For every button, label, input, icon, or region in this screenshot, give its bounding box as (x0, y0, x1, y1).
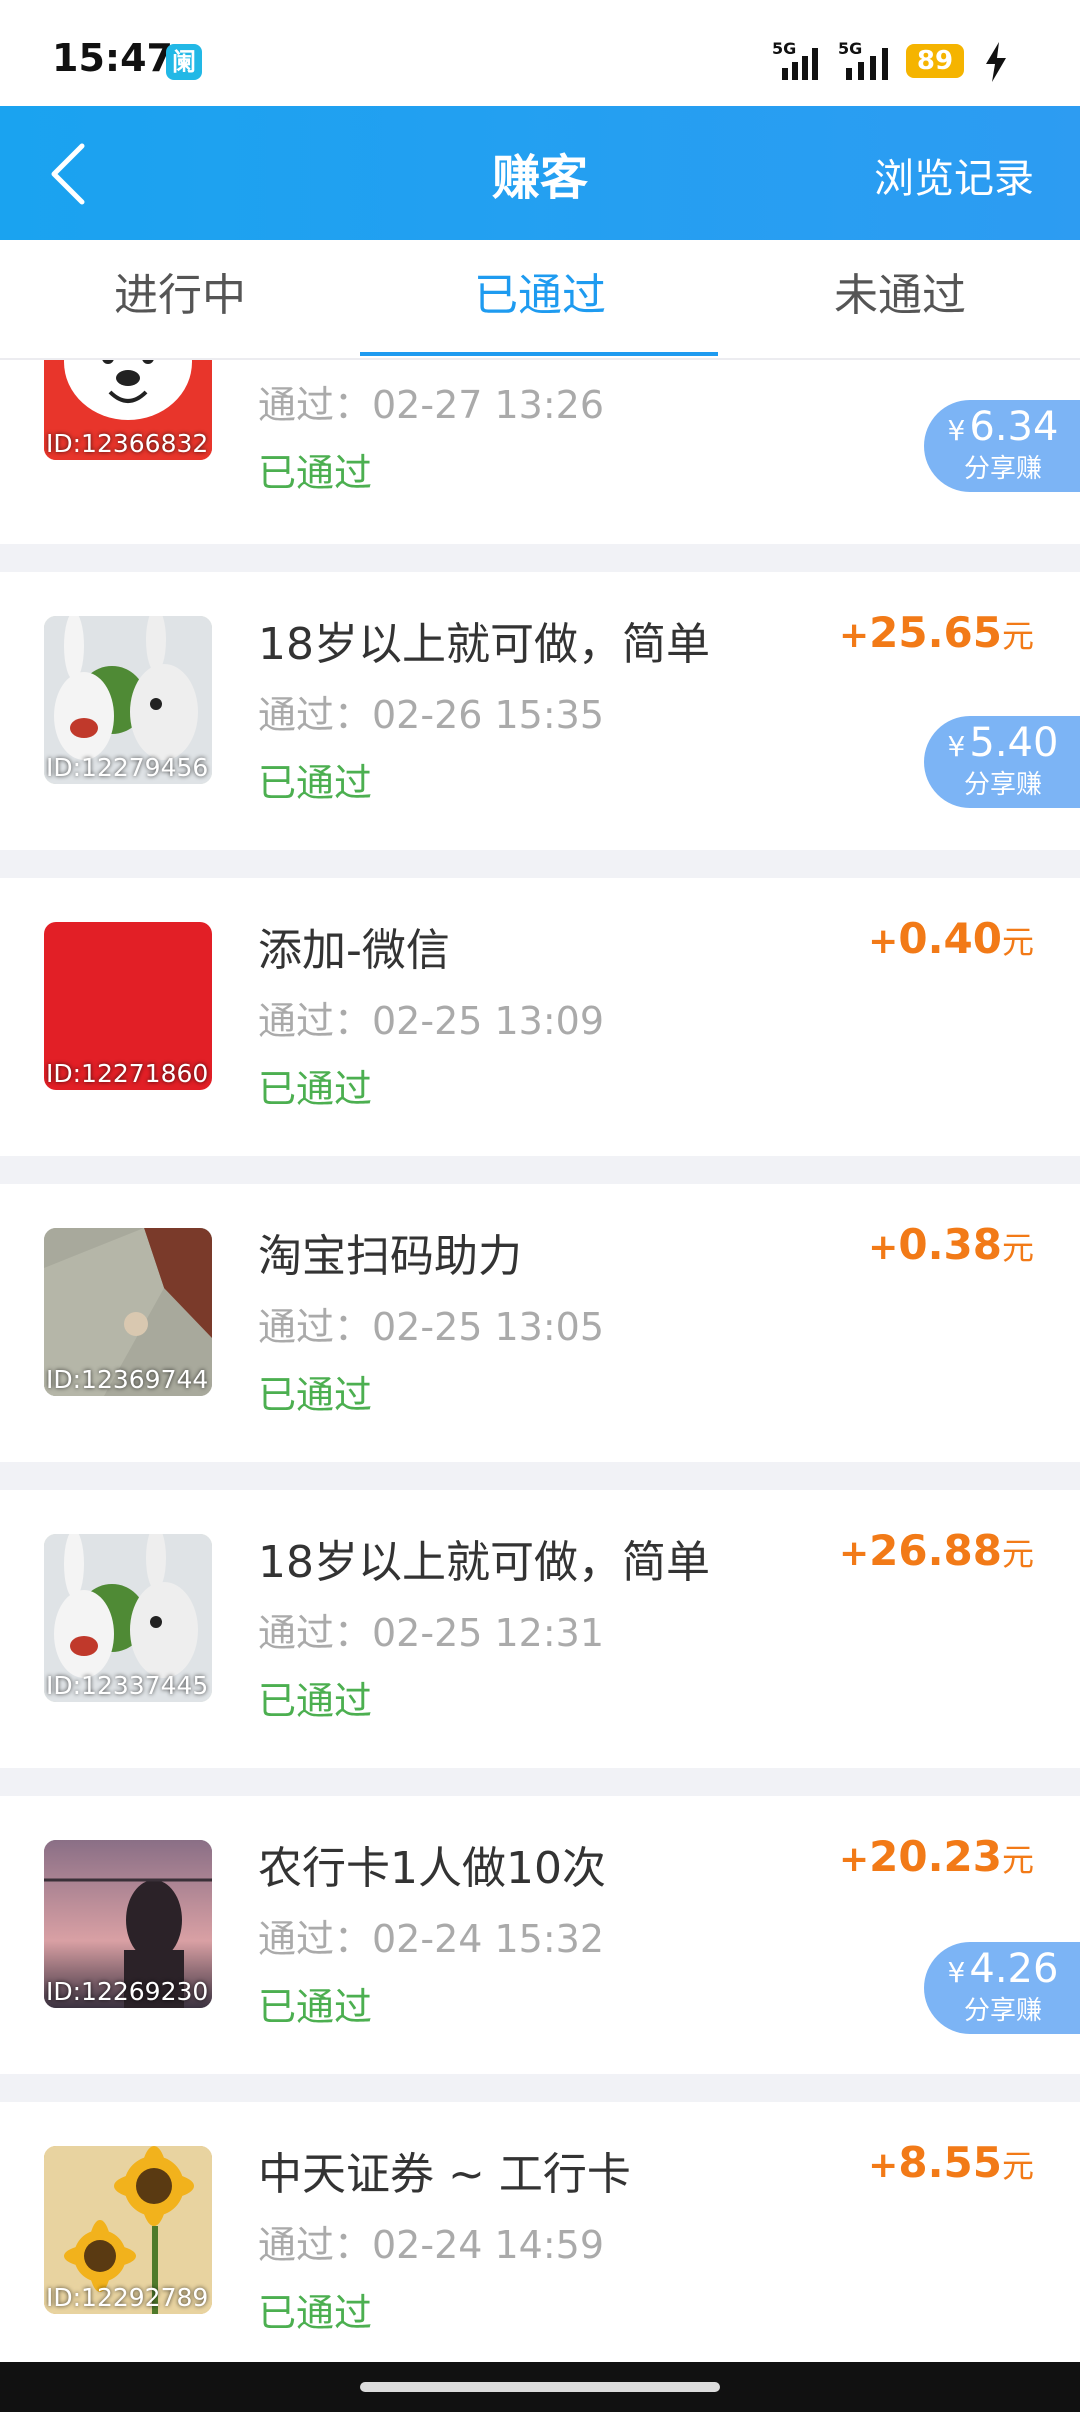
amount-prefix: + (868, 2145, 899, 2186)
list-item[interactable]: ID:12292789 中天证券 ~ 工行卡 +8.55元 通过：02-24 1… (0, 2102, 1080, 2360)
task-reward: +8.55元 (868, 2138, 1034, 2187)
charging-bolt-icon (986, 42, 1006, 82)
task-thumbnail: ID:12279456 (44, 616, 212, 784)
amount-unit: 元 (1001, 2147, 1034, 2185)
share-amount: 6.34 (969, 404, 1059, 450)
task-reward: +26.88元 (839, 1526, 1034, 1575)
share-label: 分享赚 (963, 770, 1042, 800)
task-status: 已通过 (258, 1067, 373, 1111)
amount-prefix: + (838, 1839, 870, 1880)
task-reward: +20.23元 (839, 1832, 1034, 1881)
task-reward-value: 26.88 (869, 1526, 1002, 1575)
task-thumbnail: ID:12271860 (44, 922, 212, 1090)
list-item[interactable]: ID:12269230 农行卡1人做10次 +20.23元 通过：02-24 1… (0, 1796, 1080, 2074)
amount-prefix: + (868, 1227, 899, 1268)
task-reward: +25.65元 (839, 608, 1034, 657)
tab-in-progress[interactable]: 进行中 (0, 240, 360, 358)
task-title: 添加-微信 (258, 925, 450, 976)
task-title: 18岁以上就可做，简单 (258, 619, 710, 670)
task-status: 已通过 (258, 761, 373, 805)
signal-label: 5G (838, 39, 862, 58)
task-id: ID:12292789 (46, 2283, 209, 2312)
task-pass-time: 通过：02-24 15:32 (258, 1917, 605, 1961)
task-reward: +0.40元 (868, 914, 1034, 963)
status-time: 15:47 (52, 36, 173, 80)
task-status: 已通过 (258, 1373, 373, 1417)
share-amount: 5.40 (969, 720, 1059, 766)
list-item[interactable]: ID:12369744 淘宝扫码助力 +0.38元 通过：02-25 13:05… (0, 1184, 1080, 1462)
home-indicator[interactable] (360, 2382, 720, 2392)
status-bar: 15:47 阑 5G 5G 89 (0, 0, 1080, 106)
list-item[interactable]: ID:12366832 通过：02-27 13:26 已通过 ¥6.34 分享赚 (0, 360, 1080, 544)
task-thumbnail: ID:12369744 (44, 1228, 212, 1396)
signal-5g-icon-2: 5G (838, 39, 888, 80)
yen-symbol: ¥ (947, 1956, 966, 1989)
task-reward-value: 0.38 (898, 1220, 1002, 1269)
task-reward: +0.38元 (868, 1220, 1034, 1269)
list-item[interactable]: ID:12337445 18岁以上就可做，简单 +26.88元 通过：02-25… (0, 1490, 1080, 1768)
task-pass-time: 通过：02-26 15:35 (258, 693, 605, 737)
task-status: 已通过 (258, 1985, 373, 2029)
tab-rejected[interactable]: 未通过 (720, 240, 1080, 358)
task-title: 中天证券 ~ 工行卡 (258, 2149, 631, 2200)
task-status: 已通过 (258, 2291, 373, 2335)
task-pass-time: 通过：02-25 12:31 (258, 1611, 605, 1655)
task-pass-time: 通过：02-27 13:26 (258, 383, 605, 427)
task-id: ID:12369744 (46, 1365, 209, 1394)
task-reward-value: 0.40 (898, 914, 1002, 963)
task-thumbnail: ID:12366832 (44, 360, 212, 460)
share-earn-button[interactable]: ¥4.26 分享赚 (924, 1942, 1080, 2034)
signal-label: 5G (772, 39, 796, 58)
task-reward-value: 25.65 (869, 608, 1002, 657)
task-thumbnail: ID:12292789 (44, 2146, 212, 2314)
system-nav-bar (0, 2362, 1080, 2412)
task-pass-time: 通过：02-25 13:05 (258, 1305, 605, 1349)
app-header: 赚客 浏览记录 (0, 106, 1080, 240)
task-id: ID:12366832 (46, 429, 209, 458)
status-tabs: 进行中 已通过 未通过 (0, 240, 1080, 360)
yen-symbol: ¥ (947, 730, 966, 763)
task-id: ID:12269230 (46, 1977, 209, 2006)
task-reward-value: 8.55 (898, 2138, 1002, 2187)
task-thumbnail: ID:12337445 (44, 1534, 212, 1702)
amount-prefix: + (838, 1533, 870, 1574)
amount-prefix: + (838, 615, 870, 656)
amount-unit: 元 (1001, 1535, 1034, 1573)
tab-passed[interactable]: 已通过 (360, 240, 720, 358)
browse-history-link[interactable]: 浏览记录 (874, 146, 1034, 204)
task-reward-value: 20.23 (869, 1832, 1002, 1881)
battery-indicator: 89 (906, 44, 964, 78)
amount-unit: 元 (1001, 617, 1034, 655)
task-id: ID:12337445 (46, 1671, 209, 1700)
amount-unit: 元 (1001, 923, 1034, 961)
active-tab-indicator (360, 352, 718, 356)
task-list[interactable]: ID:12366832 通过：02-27 13:26 已通过 ¥6.34 分享赚… (0, 360, 1080, 2360)
task-status: 已通过 (258, 451, 373, 495)
signal-5g-icon: 5G (772, 39, 818, 80)
list-item[interactable]: ID:12271860 添加-微信 +0.40元 通过：02-25 13:09 … (0, 878, 1080, 1156)
share-earn-button[interactable]: ¥5.40 分享赚 (924, 716, 1080, 808)
share-earn-button[interactable]: ¥6.34 分享赚 (924, 400, 1080, 492)
amount-unit: 元 (1001, 1229, 1034, 1267)
yen-symbol: ¥ (947, 414, 966, 447)
task-pass-time: 通过：02-25 13:09 (258, 999, 605, 1043)
share-amount: 4.26 (969, 1946, 1059, 1992)
task-title: 农行卡1人做10次 (258, 1843, 606, 1894)
task-pass-time: 通过：02-24 14:59 (258, 2223, 605, 2267)
task-title: 淘宝扫码助力 (258, 1231, 522, 1282)
task-id: ID:12271860 (46, 1059, 209, 1088)
task-thumbnail: ID:12269230 (44, 1840, 212, 2008)
list-item[interactable]: ID:12279456 18岁以上就可做，简单 +25.65元 通过：02-26… (0, 572, 1080, 850)
task-title: 18岁以上就可做，简单 (258, 1537, 710, 1588)
notification-app-icon: 阑 (166, 44, 202, 80)
amount-unit: 元 (1001, 1841, 1034, 1879)
share-label: 分享赚 (963, 1996, 1042, 2026)
share-label: 分享赚 (963, 454, 1042, 484)
task-status: 已通过 (258, 1679, 373, 1723)
task-id: ID:12279456 (46, 753, 209, 782)
amount-prefix: + (868, 921, 899, 962)
